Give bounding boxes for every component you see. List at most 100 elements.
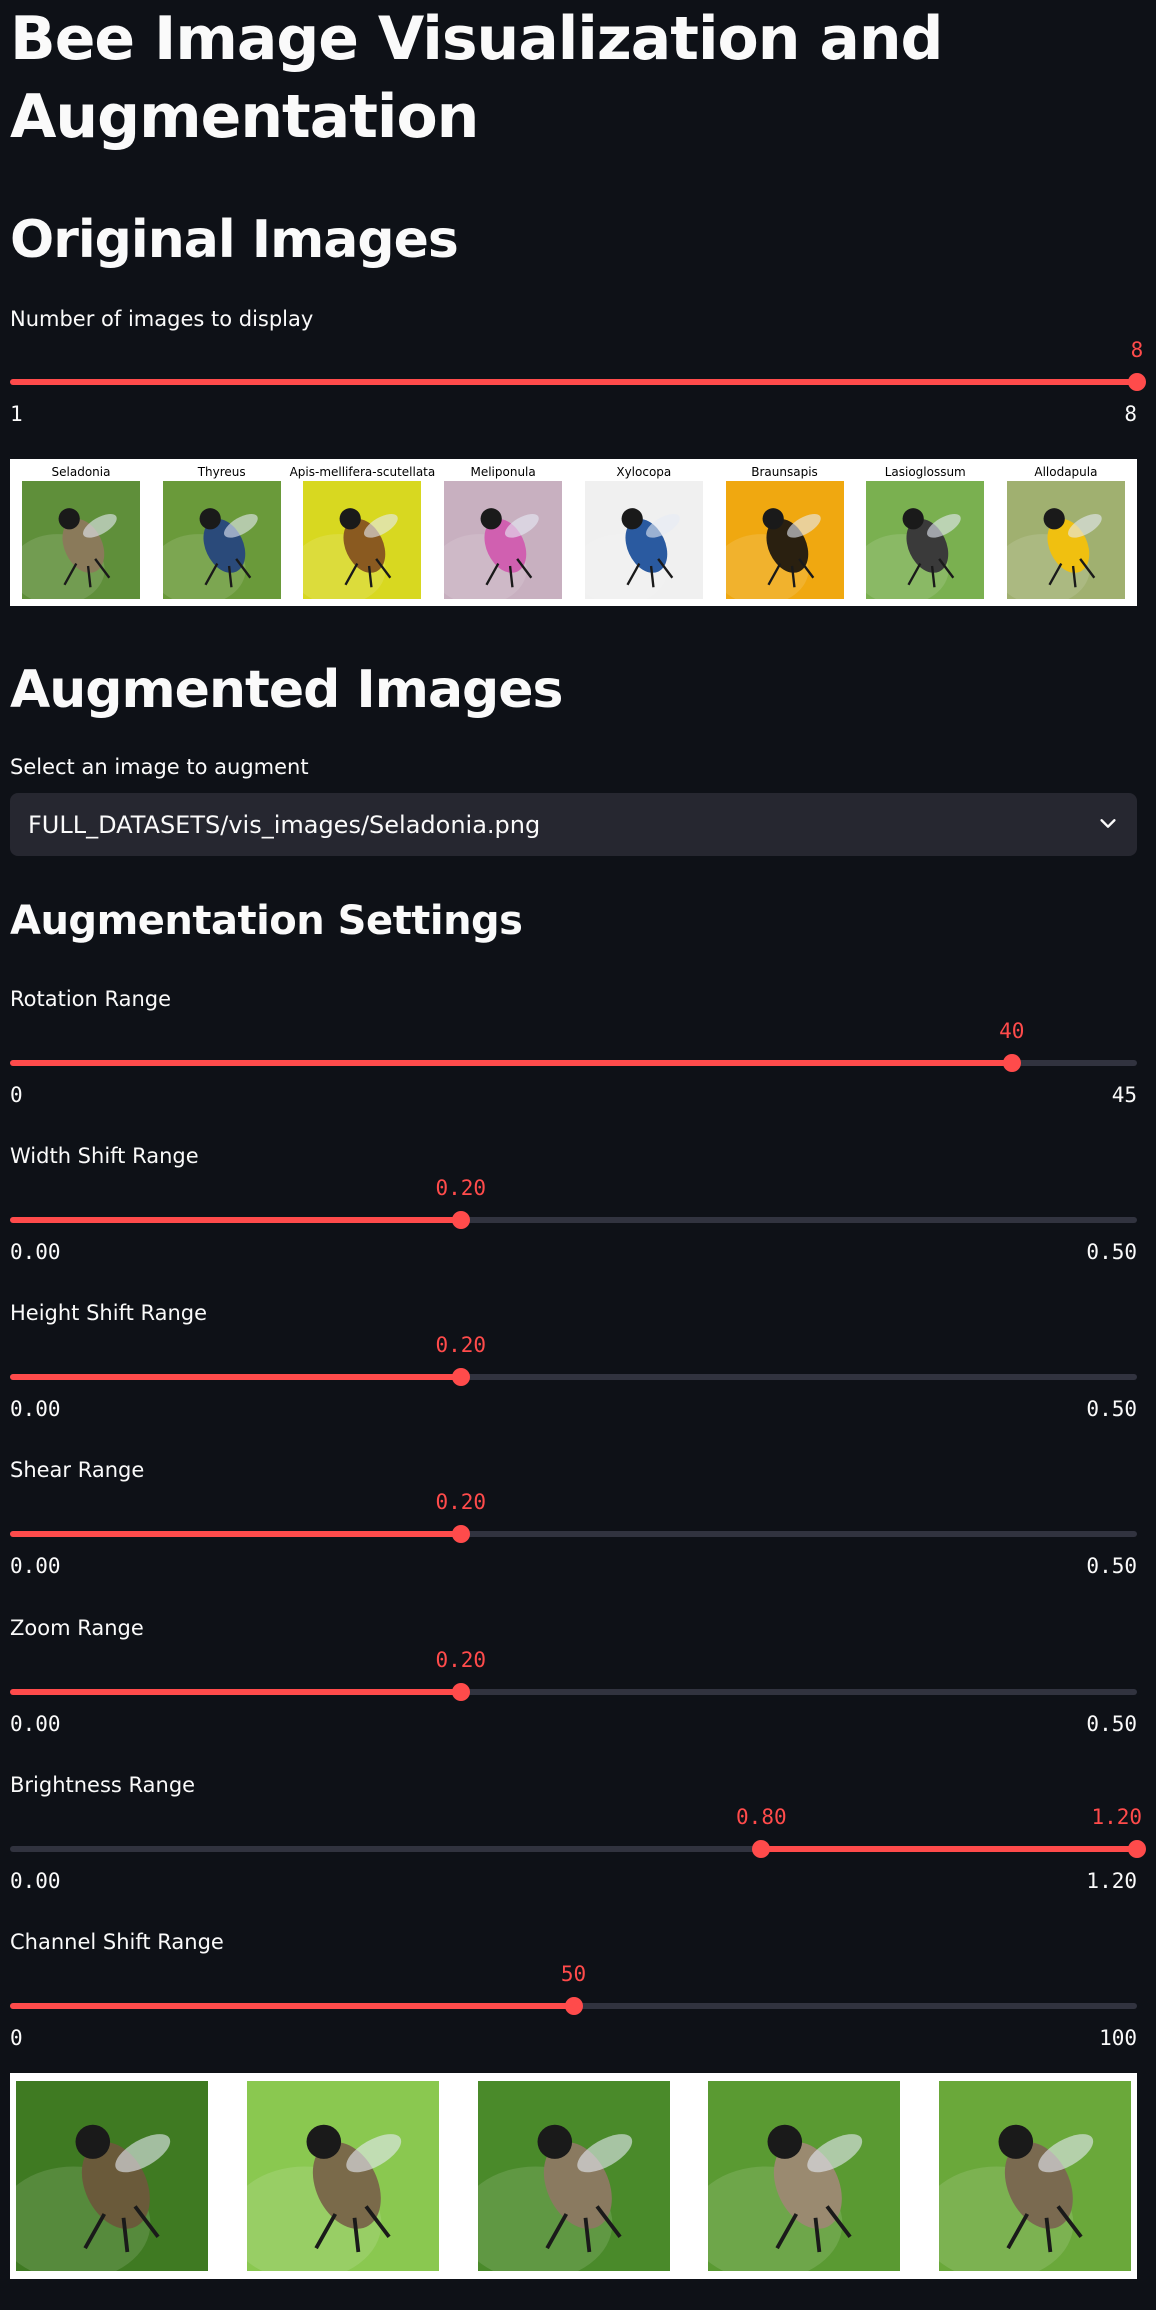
slider-value: 0.20 [435, 1176, 487, 1200]
slider-thumb[interactable] [1002, 1054, 1021, 1072]
brightness-range-label: Brightness Range [10, 1773, 196, 1797]
width-shift-range-slider[interactable]: 0.20 0.00 0.50 [10, 1176, 1137, 1286]
gallery-caption: Lasioglossum [884, 465, 966, 479]
slider-min: 0.00 [10, 1397, 61, 1421]
augmented-bee-image [708, 2081, 901, 2271]
height-shift-range-label: Height Shift Range [10, 1301, 208, 1325]
slider-min: 0.00 [10, 1240, 61, 1264]
bee-image [444, 481, 563, 599]
slider-fill [10, 2003, 574, 2009]
slider-min: 0 [10, 1083, 23, 1107]
num-images-slider[interactable]: 8 1 8 [10, 338, 1146, 448]
slider-value: 0.20 [435, 1490, 487, 1514]
slider-track[interactable] [10, 1217, 1137, 1223]
gallery-caption: Seladonia [51, 465, 111, 479]
channel-shift-range-slider[interactable]: 50 0 100 [10, 1962, 1137, 2072]
slider-track[interactable] [10, 1689, 1137, 1695]
slider-fill [10, 1060, 1012, 1066]
image-select-value: FULL_DATASETS/vis_images/Seladonia.png [28, 810, 541, 839]
num-images-label: Number of images to display [10, 307, 314, 331]
slider-fill [761, 1846, 1137, 1852]
slider-fill [10, 1689, 461, 1695]
height-shift-range-slider[interactable]: 0.20 0.00 0.50 [10, 1333, 1137, 1443]
slider-value: 0.20 [435, 1648, 487, 1672]
slider-value: 50 [560, 1962, 587, 1986]
slider-max: 1.20 [1086, 1869, 1137, 1893]
augmented-images-heading: Augmented Images [10, 660, 563, 720]
original-images-gallery: Seladonia Thyreus Apis-mellifera-scutellat… [10, 459, 1137, 606]
slider-thumb[interactable] [451, 1683, 470, 1701]
bee-image [866, 481, 985, 599]
zoom-range-label: Zoom Range [10, 1616, 144, 1640]
slider-max: 0.50 [1086, 1240, 1137, 1264]
slider-high-thumb[interactable] [1128, 1840, 1146, 1858]
slider-max: 100 [1099, 2026, 1137, 2050]
slider-track[interactable] [10, 1060, 1137, 1066]
slider-min: 0.00 [10, 1554, 61, 1578]
slider-high-value: 1.20 [1091, 1805, 1143, 1829]
slider-max: 0.50 [1086, 1397, 1137, 1421]
rotation-range-label: Rotation Range [10, 987, 172, 1011]
gallery-item: Thyreus [157, 463, 287, 602]
rotation-range-slider[interactable]: 40 0 45 [10, 1019, 1137, 1129]
slider-track[interactable] [10, 1374, 1137, 1380]
slider-track[interactable] [10, 1531, 1137, 1537]
slider-thumb[interactable] [451, 1211, 470, 1229]
slider-fill [10, 1374, 461, 1380]
gallery-caption: Braunsapis [751, 465, 818, 479]
bee-image [162, 481, 281, 599]
slider-track[interactable] [10, 379, 1137, 385]
select-image-label: Select an image to augment [10, 755, 309, 779]
shear-range-slider[interactable]: 0.20 0.00 0.50 [10, 1490, 1137, 1600]
slider-min: 0.00 [10, 1712, 61, 1736]
gallery-item: Apis-mellifera-scutellata [290, 463, 435, 602]
original-images-heading: Original Images [10, 210, 459, 270]
shear-range-label: Shear Range [10, 1458, 145, 1482]
slider-low-value: 0.80 [736, 1805, 787, 1829]
gallery-caption: Apis-mellifera-scutellata [289, 465, 436, 479]
bee-image [22, 481, 140, 599]
augmentation-settings-heading: Augmentation Settings [10, 898, 523, 944]
slider-track[interactable] [10, 1846, 1137, 1852]
slider-fill [10, 1217, 461, 1223]
zoom-range-slider[interactable]: 0.20 0.00 0.50 [10, 1648, 1137, 1758]
slider-max: 8 [1124, 402, 1137, 426]
augmented-bee-image [16, 2081, 208, 2271]
slider-thumb[interactable] [564, 1997, 583, 2015]
bee-image [725, 481, 844, 599]
gallery-caption: Allodapula [1034, 465, 1098, 479]
slider-value: 0.20 [435, 1333, 487, 1357]
bee-image [303, 481, 422, 599]
slider-value: 8 [1130, 338, 1144, 362]
gallery-caption: Thyreus [197, 465, 246, 479]
gallery-caption: Xylocopa [616, 465, 672, 479]
slider-max: 0.50 [1086, 1554, 1137, 1578]
slider-fill [10, 1531, 461, 1537]
image-select[interactable]: FULL_DATASETS/vis_images/Seladonia.png [10, 793, 1137, 856]
slider-value: 40 [999, 1019, 1025, 1043]
augmented-bee-image [939, 2081, 1131, 2271]
chevron-down-icon[interactable] [1097, 812, 1119, 838]
slider-low-thumb[interactable] [752, 1840, 771, 1858]
slider-min: 0 [10, 2026, 23, 2050]
channel-shift-range-label: Channel Shift Range [10, 1930, 224, 1954]
slider-thumb[interactable] [451, 1368, 470, 1386]
slider-max: 0.50 [1086, 1712, 1137, 1736]
augmented-bee-image [246, 2081, 439, 2271]
slider-thumb[interactable] [1128, 373, 1146, 391]
brightness-range-slider[interactable]: 0.80 1.20 0.00 1.20 [10, 1805, 1146, 1915]
slider-min: 1 [10, 402, 23, 426]
slider-min: 0.00 [10, 1869, 61, 1893]
bee-image [584, 481, 703, 599]
gallery-item: Braunsapis [720, 463, 850, 602]
slider-max: 45 [1111, 1083, 1137, 1107]
slider-thumb[interactable] [451, 1525, 470, 1543]
augmented-images-gallery [10, 2073, 1137, 2279]
slider-fill [10, 379, 1137, 385]
augmented-bee-image [477, 2081, 670, 2271]
gallery-item: Lasioglossum [860, 463, 990, 602]
gallery-item: Meliponula [438, 463, 568, 602]
width-shift-range-label: Width Shift Range [10, 1144, 199, 1168]
gallery-item: Allodapula [1001, 463, 1131, 602]
page-title: Bee Image Visualization and Augmentation [10, 4, 944, 152]
